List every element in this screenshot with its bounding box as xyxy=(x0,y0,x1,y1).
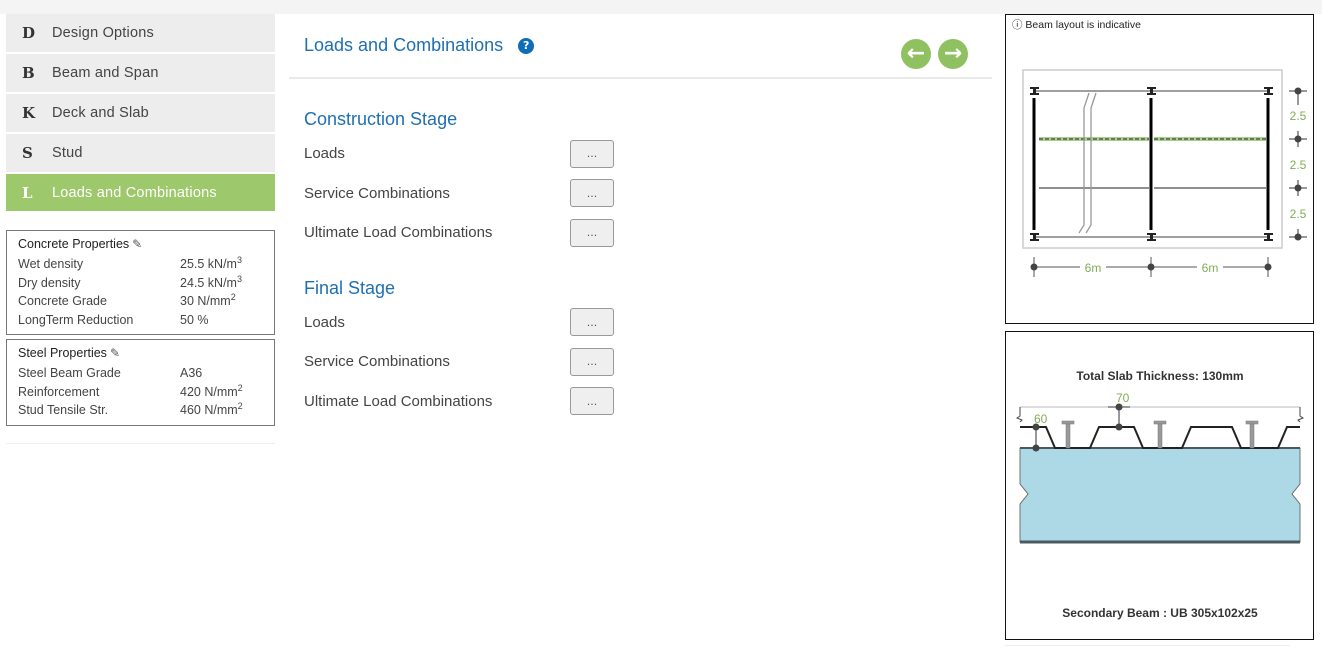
break-mark-left xyxy=(1015,407,1023,423)
property-key: Steel Beam Grade xyxy=(18,366,121,380)
property-row: Dry density 24.5 kN/m3 xyxy=(18,274,263,293)
final-service-combinations-button[interactable]: ... xyxy=(570,347,614,376)
concrete-properties-title: Concrete Properties ✎ xyxy=(18,237,263,251)
total-thickness-label: Total Slab Thickness: 130mm xyxy=(1076,369,1243,383)
beam-web-fill xyxy=(1019,447,1301,543)
row-label: Ultimate Load Combinations xyxy=(304,224,493,242)
final-stage-title: Final Stage xyxy=(304,277,396,298)
property-row: LongTerm Reduction 50 % xyxy=(18,311,263,330)
construction-service-combinations-row: Service Combinations ... xyxy=(289,174,992,214)
row-label: Loads xyxy=(304,313,345,331)
property-row: Steel Beam Grade A36 xyxy=(18,364,263,383)
nav-label: Beam and Span xyxy=(52,65,159,81)
nav-label: Loads and Combinations xyxy=(52,184,217,201)
steel-properties-box: Steel Properties ✎ Steel Beam Grade A36 R… xyxy=(6,339,275,426)
property-value: 30 N/mm2 xyxy=(180,291,236,308)
slab-section-panel: Total Slab Thickness: 130mm 60 70 Second… xyxy=(1005,331,1314,640)
nav-letter: S xyxy=(22,144,33,162)
panel-divider xyxy=(1005,645,1290,646)
next-arrow-icon[interactable]: → xyxy=(938,39,968,69)
nav-item-loads-and-combinations[interactable]: L Loads and Combinations xyxy=(6,174,275,212)
final-ultimate-combinations-row: Ultimate Load Combinations ... xyxy=(289,382,992,422)
construction-ultimate-combinations-row: Ultimate Load Combinations ... xyxy=(289,213,992,253)
span-label: 6m xyxy=(1085,261,1102,275)
row-label: Ultimate Load Combinations xyxy=(304,392,493,410)
nav-item-design-options[interactable]: D Design Options xyxy=(6,14,275,53)
property-value: 50 % xyxy=(180,312,209,327)
final-loads-row: Loads ... xyxy=(289,303,992,343)
property-value: 25.5 kN/m3 xyxy=(180,254,242,271)
page-navigation: ← → xyxy=(901,39,968,69)
topping-label: 70 xyxy=(1116,391,1130,405)
construction-loads-button[interactable]: ... xyxy=(570,139,614,168)
beam-layout-panel: 2.5 2.5 2.5 6m 6m ⓘ Beam layout is indic… xyxy=(1005,14,1314,324)
nav-item-deck-and-slab[interactable]: K Deck and Slab xyxy=(6,94,275,133)
property-row: Reinforcement 420 N/mm2 xyxy=(18,383,263,402)
property-key: Dry density xyxy=(18,275,81,290)
final-service-combinations-row: Service Combinations ... xyxy=(289,342,992,382)
property-value: 460 N/mm2 xyxy=(180,400,243,417)
sidebar-divider xyxy=(6,442,275,444)
steel-properties-title: Steel Properties ✎ xyxy=(18,346,263,360)
property-key: Concrete Grade xyxy=(18,294,107,308)
property-row: Wet density 25.5 kN/m3 xyxy=(18,255,263,274)
property-row: Concrete Grade 30 N/mm2 xyxy=(18,292,263,311)
nav-letter: B xyxy=(22,64,35,82)
nav-letter: K xyxy=(22,104,36,122)
property-row: Stud Tensile Str. 460 N/mm2 xyxy=(18,401,263,420)
spacing-label: 2.5 xyxy=(1290,158,1307,172)
nav-label: Design Options xyxy=(52,25,154,41)
page-header: Loads and Combinations ? ← → xyxy=(289,14,992,79)
row-label: Service Combinations xyxy=(304,353,450,371)
edit-icon[interactable]: ✎ xyxy=(132,237,142,251)
property-key: Stud Tensile Str. xyxy=(18,403,109,417)
final-loads-button[interactable]: ... xyxy=(570,308,614,337)
previous-arrow-icon[interactable]: ← xyxy=(901,39,931,69)
construction-stage-title: Construction Stage xyxy=(304,109,458,129)
help-icon[interactable]: ? xyxy=(518,37,535,54)
sidebar: D Design Options B Beam and Span K Deck … xyxy=(6,14,275,444)
secondary-beam-label: Secondary Beam : UB 305x102x25 xyxy=(1062,606,1258,620)
deck-depth-label: 60 xyxy=(1034,412,1048,426)
steel-properties-label: Steel Properties xyxy=(18,346,107,360)
layout-note: ⓘ Beam layout is indicative xyxy=(1012,19,1141,31)
spacing-label: 2.5 xyxy=(1290,109,1307,123)
nav-item-beam-and-span[interactable]: B Beam and Span xyxy=(6,54,275,93)
break-line xyxy=(1085,92,1097,234)
property-value: A36 xyxy=(180,366,203,380)
property-key: Reinforcement xyxy=(18,384,100,399)
row-label: Service Combinations xyxy=(304,184,450,202)
page-title: Loads and Combinations xyxy=(304,35,504,55)
break-mark-right xyxy=(1297,407,1305,423)
nav-letter: D xyxy=(22,24,36,42)
construction-loads-row: Loads ... xyxy=(289,134,992,174)
property-value: 420 N/mm2 xyxy=(180,382,243,399)
slab-section-diagram: Total Slab Thickness: 130mm 60 70 Second… xyxy=(1015,369,1305,620)
construction-ultimate-combinations-button[interactable]: ... xyxy=(570,218,614,247)
concrete-properties-box: Concrete Properties ✎ Wet density 25.5 kN… xyxy=(6,230,275,335)
edit-icon[interactable]: ✎ xyxy=(110,346,120,360)
property-key: LongTerm Reduction xyxy=(18,312,134,327)
main-content: Loads and Combinations ? ← → Constructio… xyxy=(289,14,992,421)
top-strip xyxy=(0,0,1322,14)
property-value: 24.5 kN/m3 xyxy=(180,273,242,290)
nav-label: Stud xyxy=(52,145,83,161)
final-ultimate-combinations-button[interactable]: ... xyxy=(570,387,614,416)
break-line xyxy=(1078,92,1090,234)
construction-service-combinations-button[interactable]: ... xyxy=(570,179,614,208)
beam-layout-diagram: 2.5 2.5 2.5 6m 6m xyxy=(1022,69,1307,277)
concrete-properties-label: Concrete Properties xyxy=(18,237,130,251)
property-key: Wet density xyxy=(18,257,84,271)
row-label: Loads xyxy=(304,145,345,163)
nav-letter: L xyxy=(22,183,33,202)
spacing-label: 2.5 xyxy=(1290,207,1307,221)
nav-label: Deck and Slab xyxy=(52,105,149,121)
nav-item-stud[interactable]: S Stud xyxy=(6,134,275,173)
span-label: 6m xyxy=(1202,261,1219,275)
